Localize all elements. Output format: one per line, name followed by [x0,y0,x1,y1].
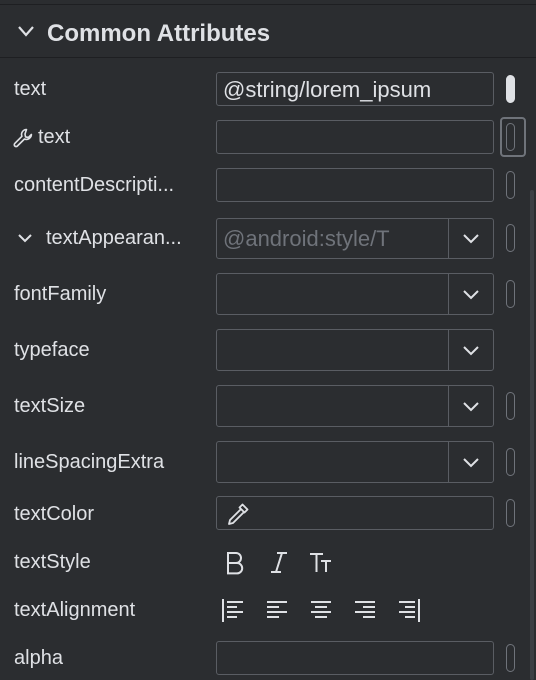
align-center-icon[interactable] [308,597,334,623]
attr-label-content-description: contentDescripti... [14,174,175,196]
text-size-resource-indicator[interactable] [506,392,515,420]
typeface-dropdown[interactable] [216,329,494,371]
chevron-down-icon [463,234,479,244]
font-family-resource-indicator[interactable] [506,280,515,308]
attr-label-text-alignment: textAlignment [14,599,136,621]
panel-top-border [0,0,536,5]
dropdown-separator [448,330,449,370]
attr-label-alpha: alpha [14,647,63,669]
tools-text-resource-indicator[interactable] [506,123,515,151]
font-family-dropdown[interactable] [216,273,494,315]
text-appearance-value: @android:style/T [223,226,390,251]
dropdown-separator [448,386,449,426]
divider [0,57,536,58]
align-left-icon[interactable] [264,597,290,623]
attr-label-tools-text: text [38,126,71,148]
vertical-scrollbar[interactable] [530,190,534,680]
attr-label-line-spacing-extra: lineSpacingExtra [14,451,165,473]
align-right-icon[interactable] [352,597,378,623]
text-color-field[interactable] [216,496,494,530]
wrench-icon [13,128,33,148]
section-header-common-attributes[interactable]: Common Attributes [0,6,536,56]
line-spacing-extra-resource-indicator[interactable] [506,448,515,476]
text-appearance-dropdown[interactable]: @android:style/T [216,218,494,259]
chevron-down-icon [463,290,479,300]
italic-icon[interactable] [266,549,292,575]
attr-label-text-appearance: textAppearan... [46,227,182,249]
content-description-field[interactable] [216,168,494,202]
section-title: Common Attributes [47,20,271,47]
text-size-dropdown[interactable] [216,385,494,427]
line-spacing-extra-dropdown[interactable] [216,441,494,483]
expand-chevron-icon[interactable] [17,232,33,244]
dropdown-separator [448,219,449,258]
all-caps-icon[interactable] [308,549,334,575]
attr-label-font-family: fontFamily [14,283,107,305]
content-description-resource-indicator[interactable] [506,171,515,199]
text-value-field[interactable]: @string/lorem_ipsum [216,72,494,106]
tools-text-field[interactable] [216,120,494,154]
eyedropper-icon[interactable] [225,501,251,527]
attr-label-typeface: typeface [14,339,90,361]
dropdown-separator [448,442,449,482]
attr-label-text-size: textSize [14,395,86,417]
text-value: @string/lorem_ipsum [223,77,432,102]
text-appearance-resource-indicator[interactable] [506,224,515,252]
attr-label-text: text [14,78,47,100]
dropdown-separator [448,274,449,314]
chevron-down-icon [463,346,479,356]
alpha-resource-indicator[interactable] [506,644,515,672]
bold-icon[interactable] [222,549,248,575]
chevron-down-icon [18,26,34,37]
align-end-icon[interactable] [396,597,422,623]
text-resource-indicator[interactable] [506,75,515,103]
attr-label-text-style: textStyle [14,551,91,573]
chevron-down-icon [463,402,479,412]
alpha-field[interactable] [216,641,494,675]
align-start-icon[interactable] [220,597,246,623]
attr-label-text-color: textColor [14,503,95,525]
text-color-resource-indicator[interactable] [506,499,515,527]
chevron-down-icon [463,458,479,468]
